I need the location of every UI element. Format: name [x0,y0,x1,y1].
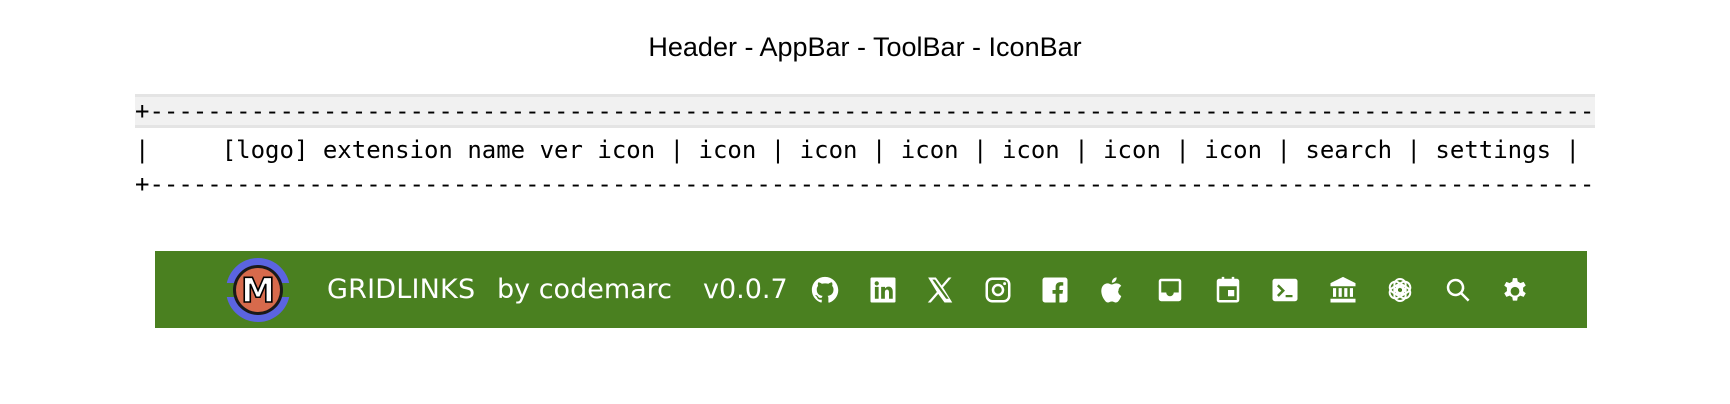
inbox-icon[interactable] [1153,273,1187,307]
instagram-icon[interactable] [981,273,1015,307]
page-title: Header - AppBar - ToolBar - IconBar [648,32,1082,62]
app-logo[interactable]: M [223,255,293,325]
settings-icon[interactable] [1498,273,1532,307]
x-icon[interactable] [923,273,957,307]
apple-icon[interactable] [1096,273,1130,307]
calendar-icon[interactable] [1211,273,1245,307]
ascii-layout-diagram: +---------------------------------------… [135,94,1595,202]
logo-letter: M [241,271,275,311]
ascii-border-bottom: +---------------------------------------… [135,170,1595,198]
brand-name: GRIDLINKS [327,274,476,305]
search-icon[interactable] [1441,273,1475,307]
openai-icon[interactable] [1383,273,1417,307]
facebook-icon[interactable] [1038,273,1072,307]
author-label: by codemarc [497,274,673,305]
ascii-border-top: +---------------------------------------… [135,94,1595,128]
terminal-icon[interactable] [1268,273,1302,307]
icon-bar [808,251,1556,328]
github-icon[interactable] [808,273,842,307]
version-label: v0.0.7 [703,274,788,305]
app-bar: M GRIDLINKS by codemarc v0.0.7 [155,251,1587,328]
linkedin-icon[interactable] [866,273,900,307]
bank-icon[interactable] [1326,273,1360,307]
ascii-content-row: | [logo] extension name ver icon | icon … [135,136,1580,164]
